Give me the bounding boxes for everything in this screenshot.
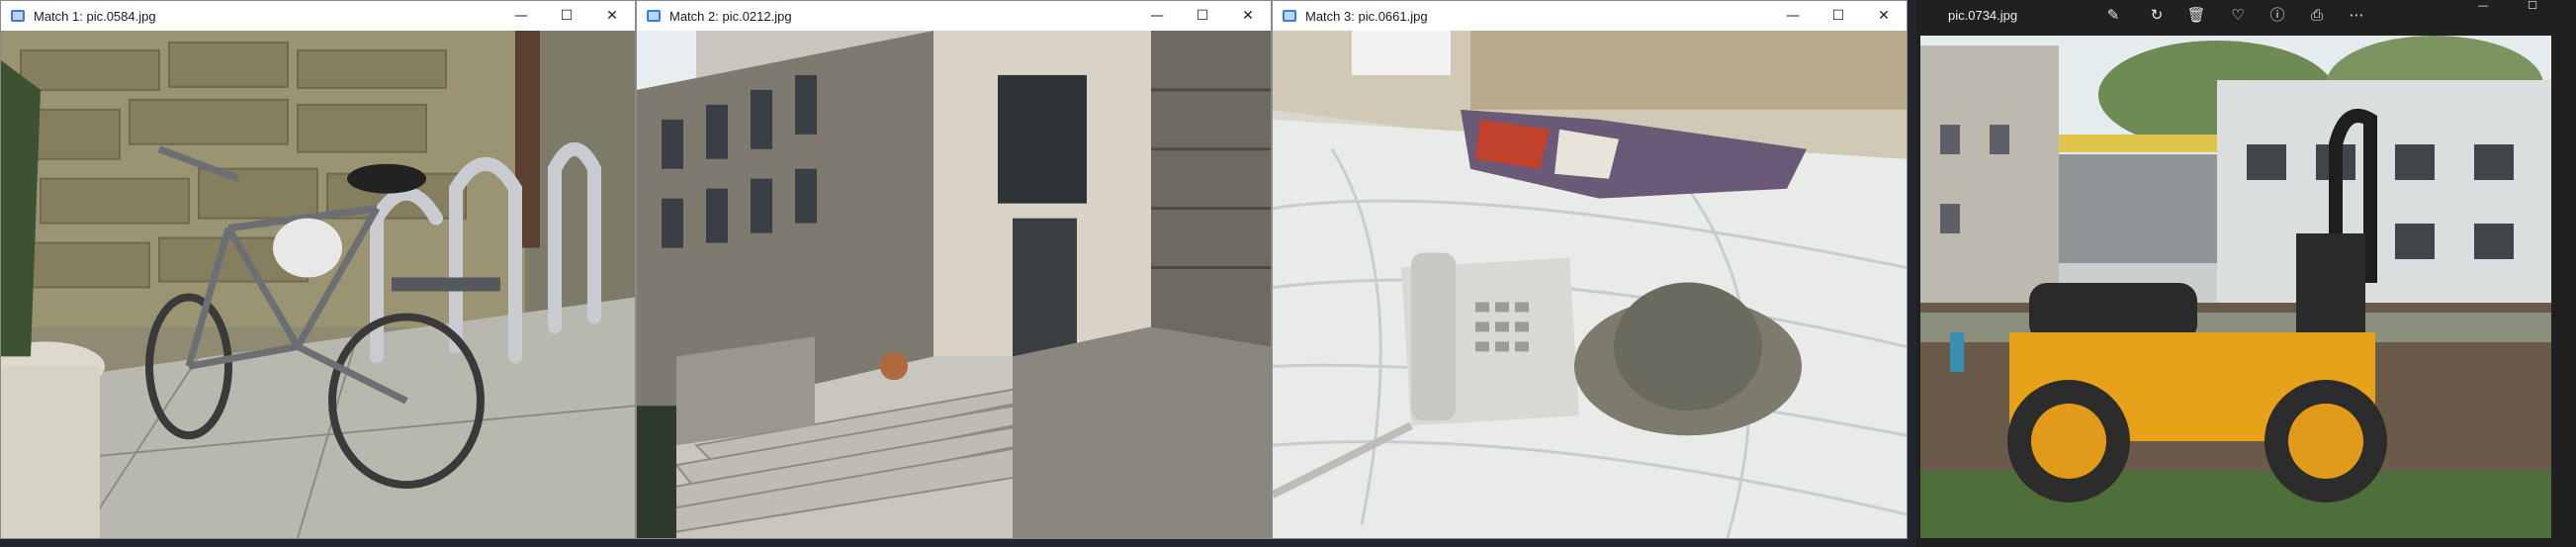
- match-window-3[interactable]: Match 3: pic.0661.jpg — ☐ ✕: [1272, 0, 1908, 539]
- close-button[interactable]: ✕: [1861, 1, 1907, 31]
- close-button[interactable]: ✕: [1225, 1, 1271, 31]
- window-titlebar[interactable]: Match 2: pic.0212.jpg — ☐ ✕: [637, 1, 1271, 31]
- maximize-button[interactable]: ☐: [1816, 1, 1861, 31]
- match-window-1[interactable]: Match 1: pic.0584.jpg — ☐ ✕: [0, 0, 636, 539]
- edit-icon[interactable]: ✎: [2102, 4, 2124, 26]
- close-button[interactable]: ✕: [589, 1, 635, 31]
- maximize-button[interactable]: ☐: [1180, 1, 1225, 31]
- app-icon: [1283, 10, 1296, 22]
- window-titlebar[interactable]: Match 3: pic.0661.jpg — ☐ ✕: [1273, 1, 1907, 31]
- window-title: Match 3: pic.0661.jpg: [1305, 8, 1428, 24]
- minimize-button[interactable]: —: [1134, 1, 1180, 31]
- minimize-button[interactable]: —: [498, 1, 544, 31]
- viewer-image-roller: [1920, 36, 2551, 538]
- viewer-title: pic.0734.jpg: [1948, 7, 2018, 23]
- minimize-button[interactable]: —: [1770, 1, 1816, 31]
- match-image-bicycle: [1, 31, 635, 538]
- maximize-button[interactable]: ☐: [544, 1, 589, 31]
- window-title: Match 2: pic.0212.jpg: [669, 8, 792, 24]
- more-icon[interactable]: ⋯: [2346, 4, 2367, 26]
- delete-icon[interactable]: 🗑: [2185, 4, 2207, 26]
- window-titlebar[interactable]: Match 1: pic.0584.jpg — ☐ ✕: [1, 1, 635, 31]
- print-icon[interactable]: ⎙: [2306, 4, 2328, 26]
- info-icon[interactable]: ⓘ: [2266, 4, 2288, 26]
- app-icon: [647, 10, 661, 22]
- app-icon: [11, 10, 25, 22]
- favorite-icon[interactable]: ♡: [2227, 4, 2249, 26]
- maximize-button[interactable]: ☐: [2513, 0, 2552, 12]
- minimize-button[interactable]: —: [2463, 0, 2503, 12]
- match-image-building: [637, 31, 1271, 538]
- match-window-2[interactable]: Match 2: pic.0212.jpg — ☐ ✕: [636, 0, 1272, 539]
- photo-viewer-window[interactable]: pic.0734.jpg ✎ ↻ 🗑 ♡ ⓘ ⎙ ⋯ — ☐: [1916, 0, 2576, 547]
- window-title: Match 1: pic.0584.jpg: [34, 8, 156, 24]
- rotate-icon[interactable]: ↻: [2146, 4, 2168, 26]
- match-image-bed: [1273, 31, 1907, 538]
